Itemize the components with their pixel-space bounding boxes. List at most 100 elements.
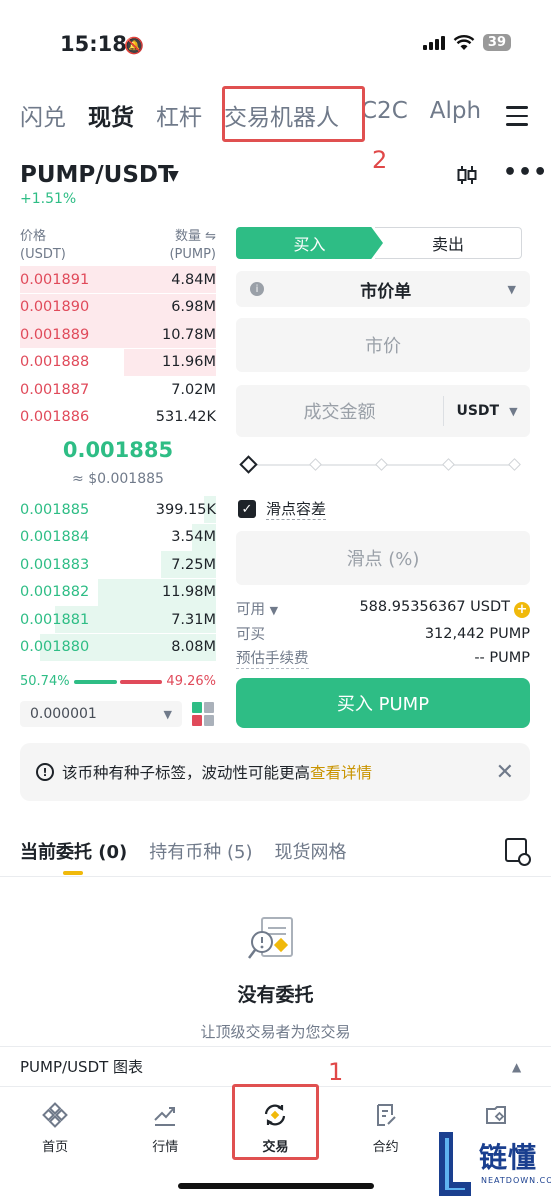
caret-down-icon: ▼ bbox=[163, 707, 172, 721]
buy-tab[interactable]: 买入 bbox=[236, 227, 383, 259]
tab-spot-grid[interactable]: 现货网格 bbox=[274, 838, 346, 864]
battery-indicator: 39 bbox=[482, 34, 511, 51]
slippage-toggle[interactable]: ✓ 滑点容差 bbox=[238, 498, 327, 520]
nav-futures[interactable]: 合约 bbox=[331, 1090, 441, 1170]
buy-ratio: 50.74% bbox=[20, 674, 70, 689]
price-input[interactable]: 市价 bbox=[236, 318, 530, 372]
annotation-highlight-box bbox=[232, 1084, 319, 1160]
nav-markets[interactable]: 行情 bbox=[110, 1090, 220, 1170]
sell-tab[interactable]: 卖出 bbox=[375, 227, 522, 259]
candlestick-chart-icon[interactable] bbox=[456, 164, 478, 191]
ob-price-header: 价格 (USDT) bbox=[20, 229, 66, 262]
empty-title: 没有委托 bbox=[237, 984, 314, 1006]
status-time: 15:18 bbox=[60, 32, 127, 56]
ask-price: 0.001891 bbox=[20, 271, 90, 288]
bid-quantity: 399.15K bbox=[155, 501, 216, 518]
pair-selector[interactable]: PUMP/USDT bbox=[20, 162, 174, 188]
buy-sell-toggle: 买入 卖出 bbox=[236, 227, 530, 259]
order-type-select[interactable]: i 市价单 ▼ bbox=[236, 271, 530, 307]
tab-spot[interactable]: 现货 bbox=[88, 98, 134, 132]
home-icon bbox=[42, 1102, 68, 1128]
caret-down-icon: ▼ bbox=[269, 604, 279, 617]
sell-ratio-bar bbox=[120, 679, 163, 684]
caret-up-icon[interactable]: ▲ bbox=[512, 1060, 521, 1074]
tab-open-orders[interactable]: 当前委托 (0) bbox=[20, 838, 127, 864]
bid-row[interactable]: 0.001880 8.08M bbox=[20, 633, 216, 661]
bid-price: 0.001880 bbox=[20, 639, 90, 655]
bid-price: 0.001884 bbox=[20, 529, 90, 545]
bid-quantity: 7.31M bbox=[171, 611, 216, 628]
futures-icon bbox=[376, 1104, 396, 1126]
last-price: 0.001885 bbox=[62, 438, 174, 462]
ask-quantity: 11.96M bbox=[161, 354, 216, 370]
ask-quantity: 6.98M bbox=[171, 299, 216, 315]
buy-ratio-bar bbox=[73, 679, 118, 684]
ask-price: 0.001889 bbox=[20, 326, 90, 343]
market-chart-icon bbox=[154, 1107, 176, 1126]
fee-value: -- PUMP bbox=[474, 650, 530, 666]
slippage-input[interactable]: 滑点 (%) bbox=[236, 531, 530, 585]
ask-row[interactable]: 0.001891 4.84M bbox=[20, 266, 216, 293]
bid-price: 0.001882 bbox=[20, 584, 90, 600]
chart-toggle[interactable]: PUMP/USDT 图表 bbox=[20, 1056, 143, 1077]
ask-price: 0.001887 bbox=[20, 381, 90, 398]
ob-qty-header[interactable]: 数量 ⇋ (PUMP) bbox=[140, 228, 216, 264]
orderbook-layout-icon[interactable] bbox=[192, 702, 216, 726]
nav-home[interactable]: 首页 bbox=[0, 1090, 110, 1170]
tab-margin[interactable]: 杠杆 bbox=[156, 98, 202, 132]
buy-submit-button[interactable]: 买入 PUMP bbox=[236, 678, 530, 728]
info-icon[interactable]: i bbox=[250, 282, 264, 296]
bid-price: 0.001883 bbox=[20, 556, 90, 573]
ask-quantity: 7.02M bbox=[171, 381, 216, 398]
bid-row[interactable]: 0.001882 11.98M bbox=[20, 578, 216, 606]
amount-slider[interactable] bbox=[239, 455, 524, 474]
precision-select[interactable]: 0.000001 ▼ bbox=[20, 701, 182, 727]
bid-quantity: 7.25M bbox=[171, 556, 216, 573]
bid-row[interactable]: 0.001881 7.31M bbox=[20, 606, 216, 633]
annotation-highlight-box bbox=[222, 86, 365, 142]
ask-price: 0.001886 bbox=[20, 409, 90, 425]
order-history-icon[interactable] bbox=[505, 838, 531, 866]
ask-quantity: 4.84M bbox=[171, 271, 216, 288]
checkbox-checked-icon[interactable]: ✓ bbox=[238, 500, 256, 518]
wifi-icon bbox=[453, 34, 475, 50]
cellular-signal-icon bbox=[422, 35, 445, 50]
active-tab-indicator bbox=[63, 871, 83, 875]
tab-c2c[interactable]: C2C bbox=[361, 98, 408, 132]
ask-quantity: 10.78M bbox=[161, 326, 216, 343]
add-funds-icon[interactable]: + bbox=[514, 601, 530, 618]
caret-down-icon[interactable]: ▼ bbox=[168, 168, 179, 184]
amount-unit-select[interactable]: USDT ▼ bbox=[444, 403, 530, 419]
bid-row[interactable]: 0.001883 7.25M bbox=[20, 551, 216, 578]
empty-subtitle[interactable]: 让顶级交易者为您交易 bbox=[0, 1021, 551, 1042]
caret-down-icon: ▼ bbox=[507, 282, 516, 296]
annotation-number-1: 1 bbox=[328, 1058, 344, 1086]
bid-price: 0.001885 bbox=[20, 501, 90, 518]
home-indicator bbox=[178, 1183, 374, 1189]
slider-mark-75[interactable] bbox=[442, 458, 455, 471]
slider-mark-25[interactable] bbox=[309, 458, 322, 471]
annotation-number-2: 2 bbox=[372, 146, 388, 174]
slider-mark-100[interactable] bbox=[508, 458, 521, 471]
bid-quantity: 8.08M bbox=[171, 639, 216, 655]
slider-mark-50[interactable] bbox=[375, 458, 388, 471]
slider-handle[interactable] bbox=[239, 455, 258, 474]
notice-details-link[interactable]: 查看详情 bbox=[310, 764, 372, 782]
amount-input[interactable]: 成交金额 USDT ▼ bbox=[236, 385, 530, 437]
tab-holdings[interactable]: 持有币种 (5) bbox=[149, 838, 252, 864]
price-change: +1.51% bbox=[20, 191, 77, 207]
bid-row[interactable]: 0.001884 3.54M bbox=[20, 523, 216, 551]
close-icon[interactable]: ✕ bbox=[496, 760, 514, 785]
more-options-icon[interactable]: ••• bbox=[503, 160, 548, 185]
ask-row[interactable]: 0.001890 6.98M bbox=[20, 293, 216, 321]
ask-row[interactable]: 0.001888 11.96M bbox=[20, 348, 216, 376]
ask-row[interactable]: 0.001887 7.02M bbox=[20, 376, 216, 403]
tab-alpha[interactable]: Alph bbox=[430, 98, 481, 132]
tab-swap[interactable]: 闪兑 bbox=[20, 98, 66, 132]
bid-row[interactable]: 0.001885 399.15K bbox=[20, 496, 216, 523]
ask-row[interactable]: 0.001889 10.78M bbox=[20, 321, 216, 348]
menu-icon[interactable] bbox=[506, 106, 528, 132]
empty-orders-icon bbox=[248, 917, 293, 959]
bid-quantity: 3.54M bbox=[171, 529, 216, 545]
ask-row[interactable]: 0.001886 531.42K bbox=[20, 404, 216, 431]
